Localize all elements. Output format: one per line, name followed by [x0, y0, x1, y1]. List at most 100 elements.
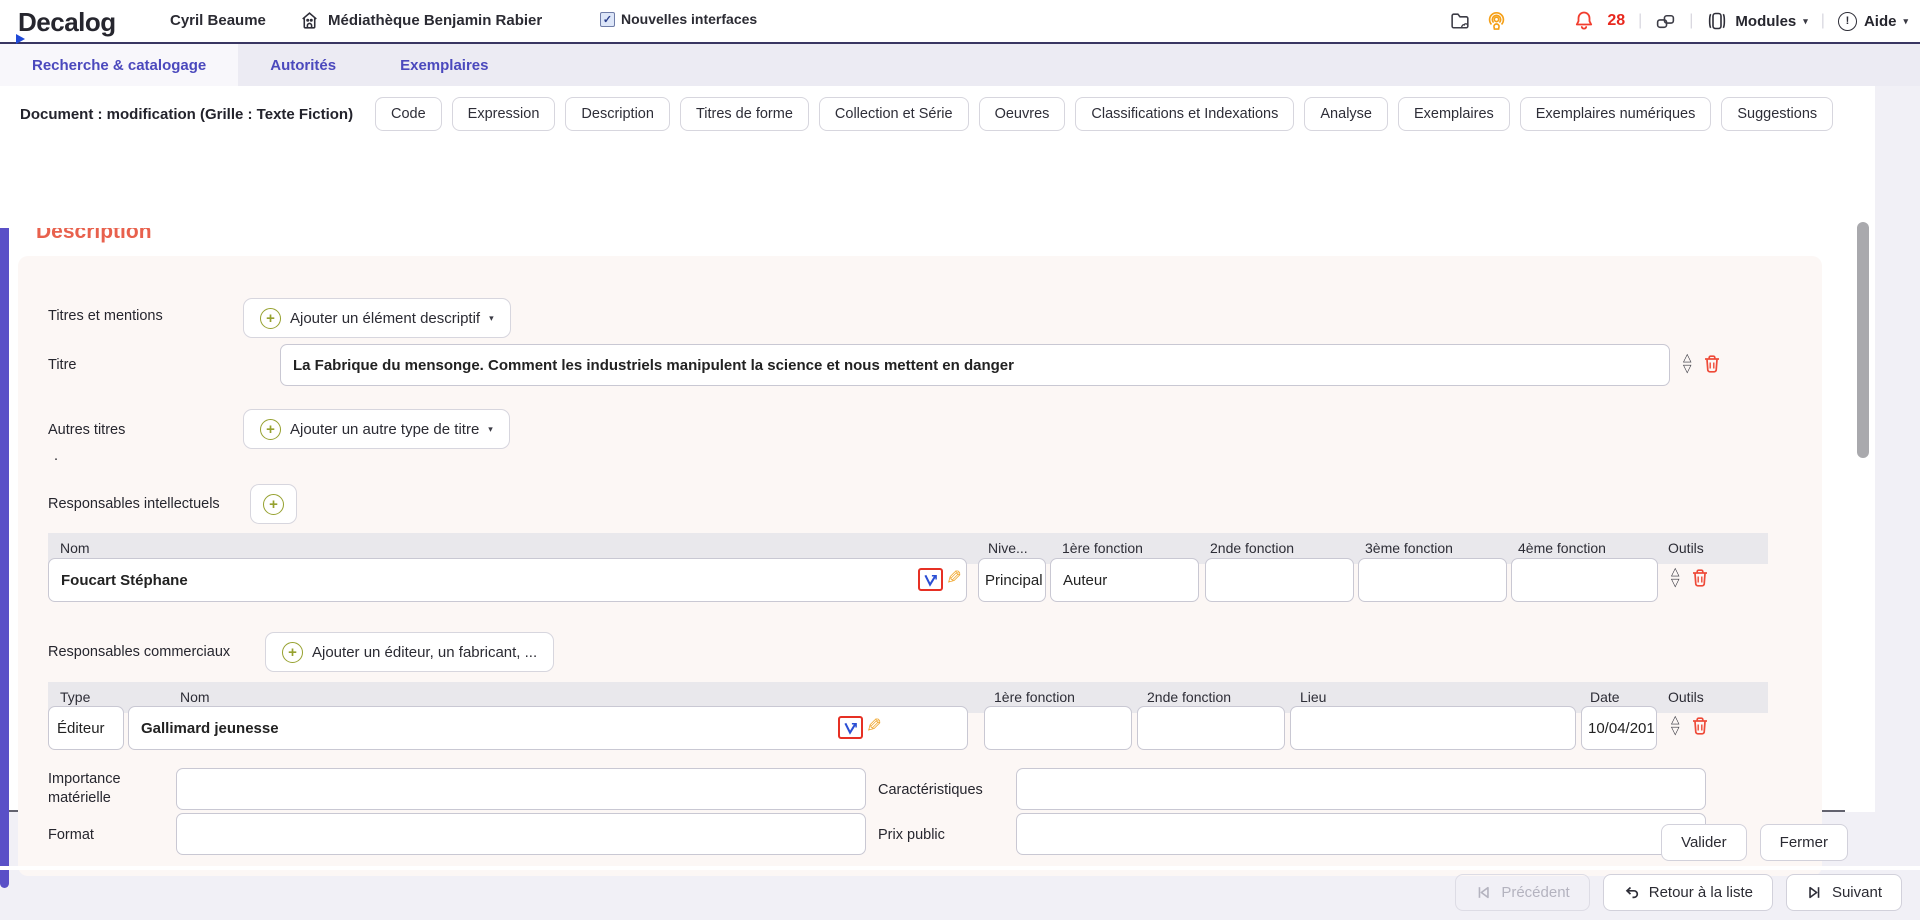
fermer-button[interactable]: Fermer — [1760, 824, 1848, 861]
library-name[interactable]: Médiathèque Benjamin Rabier — [328, 12, 542, 29]
commercial-lieu-input[interactable] — [1290, 706, 1576, 750]
titres-mentions-label: Titres et mentions — [48, 308, 178, 324]
tab-autorites[interactable]: Autorités — [238, 44, 368, 86]
commercial-type-input[interactable]: Éditeur — [48, 706, 124, 750]
authority-link-icon[interactable] — [918, 568, 943, 591]
col-outils: Outils — [1668, 689, 1704, 705]
modules-menu[interactable]: Modules ▾ — [1706, 11, 1807, 31]
titre-label: Titre — [48, 357, 76, 373]
caracteristiques-label: Caractéristiques — [878, 781, 983, 800]
col-4eme-fonction: 4ème fonction — [1518, 540, 1606, 556]
precedent-button[interactable]: Précédent — [1455, 874, 1589, 911]
decalog-logo[interactable]: Decalog — [18, 7, 116, 38]
edit-pencil-icon[interactable]: ✎ — [946, 567, 962, 590]
chevron-down-icon: ▾ — [1803, 16, 1808, 27]
grid-button-oeuvres[interactable]: Oeuvres — [979, 97, 1066, 131]
intellectuel-nom-input[interactable]: Foucart Stéphane — [48, 558, 967, 602]
grid-button-analyse[interactable]: Analyse — [1304, 97, 1388, 131]
importance-input[interactable] — [176, 768, 866, 810]
help-label: Aide — [1864, 13, 1897, 30]
footer-separator — [0, 866, 1920, 870]
commercial-row: Éditeur Gallimard jeunesse ✎ 10/04/201 △… — [48, 706, 1768, 752]
divider: | — [1638, 12, 1642, 30]
module-tabbar: Recherche & catalogage Autorités Exempla… — [0, 42, 1920, 86]
user-name[interactable]: Cyril Beaume — [170, 12, 266, 29]
skip-previous-icon — [1475, 884, 1492, 901]
reorder-arrows[interactable]: △▽ — [1683, 353, 1691, 374]
add-editor-button[interactable]: + Ajouter un éditeur, un fabricant, ... — [265, 632, 554, 672]
plus-icon: + — [263, 494, 284, 515]
grid-button-classifications[interactable]: Classifications et Indexations — [1075, 97, 1294, 131]
commercial-date-input[interactable]: 10/04/201 — [1581, 706, 1657, 750]
caracteristiques-input[interactable] — [1016, 768, 1706, 810]
chevron-down-icon: ▾ — [1903, 16, 1908, 27]
commercial-f1-input[interactable] — [984, 706, 1132, 750]
add-descriptive-element-button[interactable]: + Ajouter un élément descriptif ▾ — [243, 298, 511, 338]
modules-label: Modules — [1735, 13, 1796, 30]
folder-cloud-icon[interactable] — [1449, 11, 1472, 32]
help-info-icon: ! — [1838, 12, 1857, 31]
responsables-commerciaux-label: Responsables commerciaux — [48, 644, 230, 660]
sort-up-icon: △ — [1671, 715, 1679, 725]
tab-recherche-catalogage[interactable]: Recherche & catalogage — [0, 44, 238, 86]
broadcast-user-icon[interactable] — [1485, 10, 1508, 33]
plus-icon: + — [282, 642, 303, 663]
commercial-f2-input[interactable] — [1137, 706, 1285, 750]
format-input[interactable] — [176, 813, 866, 855]
retour-liste-button[interactable]: Retour à la liste — [1603, 874, 1773, 911]
col-2nde-fonction: 2nde fonction — [1210, 540, 1294, 556]
library-house-icon — [298, 9, 321, 32]
titre-input[interactable]: La Fabrique du mensonge. Comment les ind… — [280, 344, 1670, 386]
grid-button-expression[interactable]: Expression — [452, 97, 556, 131]
col-date: Date — [1590, 689, 1620, 705]
sort-down-icon: ▽ — [1671, 578, 1679, 588]
col-nom: Nom — [180, 689, 210, 705]
edit-pencil-icon[interactable]: ✎ — [866, 715, 882, 738]
prix-public-input[interactable] — [1016, 813, 1706, 855]
grid-button-suggestions[interactable]: Suggestions — [1721, 97, 1833, 131]
modules-cube-icon — [1706, 11, 1728, 31]
valider-button[interactable]: Valider — [1661, 824, 1747, 861]
tab-exemplaires[interactable]: Exemplaires — [368, 44, 520, 86]
autres-titres-label: Autres titres — [48, 422, 125, 438]
chevron-down-icon: ▾ — [488, 424, 493, 435]
add-title-type-button[interactable]: + Ajouter un autre type de titre ▾ — [243, 409, 510, 449]
scrollbar-thumb[interactable] — [1857, 222, 1869, 458]
format-label: Format — [48, 826, 94, 845]
new-interfaces-toggle[interactable]: ✓ Nouvelles interfaces — [600, 11, 757, 27]
intellectuel-f4-input[interactable] — [1511, 558, 1658, 602]
grid-button-code[interactable]: Code — [375, 97, 442, 131]
footer-actions-primary: Valider Fermer — [1661, 824, 1848, 861]
intellectuel-f3-input[interactable] — [1358, 558, 1507, 602]
intellectuel-niveau-input[interactable]: Principal — [978, 558, 1046, 602]
reorder-arrows[interactable]: △▽ — [1671, 567, 1679, 588]
link-chain-icon[interactable] — [1655, 12, 1676, 31]
notifications-bell-icon[interactable] — [1574, 10, 1594, 32]
col-3eme-fonction: 3ème fonction — [1365, 540, 1453, 556]
col-2nde-fonction: 2nde fonction — [1147, 689, 1231, 705]
main-container: Document : modification (Grille : Texte … — [0, 86, 1875, 812]
grid-button-description[interactable]: Description — [565, 97, 670, 131]
col-type: Type — [60, 689, 90, 705]
plus-icon: + — [260, 308, 281, 329]
trash-icon[interactable] — [1691, 716, 1709, 736]
suivant-button[interactable]: Suivant — [1786, 874, 1902, 911]
help-menu[interactable]: ! Aide ▾ — [1838, 12, 1908, 31]
chevron-down-icon: ▾ — [489, 313, 494, 324]
grid-button-exemplaires[interactable]: Exemplaires — [1398, 97, 1510, 131]
intellectuel-f1-input[interactable]: Auteur — [1050, 558, 1199, 602]
sort-down-icon: ▽ — [1671, 726, 1679, 736]
header-actions: 28 | | Modules ▾ | ! — [1449, 0, 1908, 42]
reorder-arrows[interactable]: △▽ — [1671, 715, 1679, 736]
intellectuel-f2-input[interactable] — [1205, 558, 1354, 602]
trash-icon[interactable] — [1691, 568, 1709, 588]
authority-link-icon[interactable] — [838, 716, 863, 739]
grid-button-titres-de-forme[interactable]: Titres de forme — [680, 97, 809, 131]
notifications-count[interactable]: 28 — [1607, 12, 1625, 30]
grid-button-collection-serie[interactable]: Collection et Série — [819, 97, 969, 131]
trash-icon[interactable] — [1703, 354, 1721, 374]
grid-button-exemplaires-numeriques[interactable]: Exemplaires numériques — [1520, 97, 1712, 131]
checkbox-checked-icon[interactable]: ✓ — [600, 12, 615, 27]
add-intellectual-button[interactable]: + — [250, 484, 297, 524]
description-panel: Titres et mentions + Ajouter un élément … — [18, 256, 1822, 876]
